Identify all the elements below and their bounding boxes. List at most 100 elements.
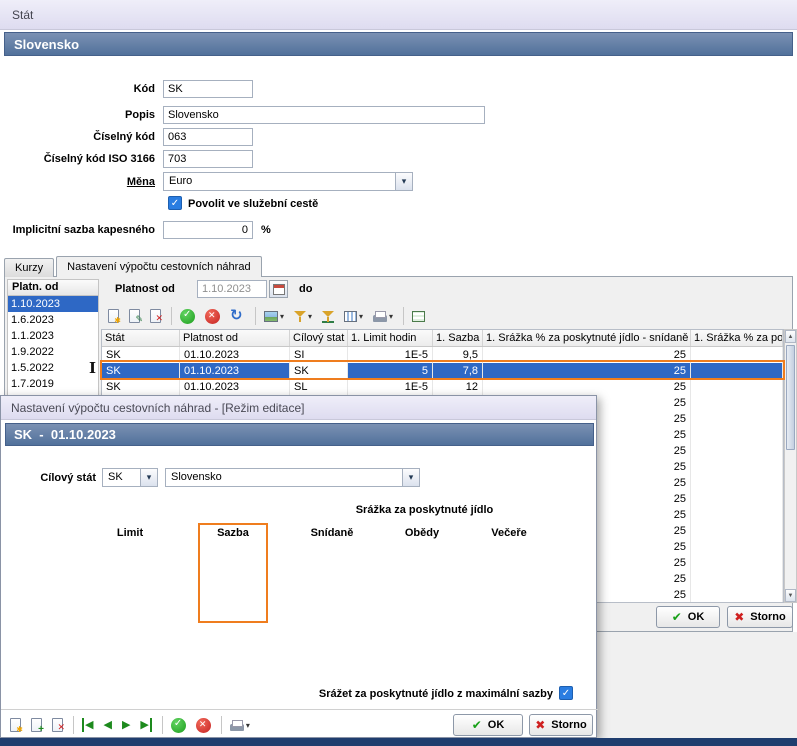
chevron-down-icon[interactable] [395,173,412,190]
refresh-button[interactable] [226,305,249,327]
meal-deduction-header: Srážka za poskytnuté jídlo [301,504,548,516]
calendar-button[interactable] [269,280,288,298]
validity-date-item[interactable]: 1.1.2023 [8,328,98,344]
validity-from-field[interactable]: 1.10.2023 [197,280,267,298]
prev-record-button[interactable] [99,715,115,735]
toolbar-separator [73,716,74,734]
allow-business-trip-checkbox[interactable] [168,196,182,210]
max-rate-checkbox-label: Srážet za poskytnuté jídlo z maximální s… [201,688,553,700]
validity-date-item[interactable]: 1.5.2022 [8,360,98,376]
columns-menu-button[interactable]: ▾ [340,308,367,325]
ok-button[interactable]: OK [656,606,720,628]
tab-kurzy[interactable]: Kurzy [4,258,54,277]
taskbar[interactable] [0,738,797,746]
calendar-icon [273,284,285,295]
confirm-icon [171,718,186,733]
target-state-name-value: Slovensko [166,469,402,486]
target-state-code-value: SK [103,469,140,486]
view-menu-button[interactable]: ▾ [260,308,288,325]
rate-column-label: Sazba [204,527,262,539]
toolbar-separator [171,307,172,325]
grid-cell [691,587,783,603]
tab-nastaveni-nahrad[interactable]: Nastavení výpočtu cestovních náhrad [56,256,261,277]
grid-cell [691,523,783,539]
copy-record-button[interactable] [27,715,46,735]
first-record-button[interactable] [78,715,97,735]
validity-list-header[interactable]: Platn. od [7,279,99,296]
last-record-button[interactable] [136,715,155,735]
dialog-storno-button[interactable]: Storno [529,714,593,736]
confirm-button[interactable] [176,306,199,327]
grid-column-header[interactable]: 1. Limit hodin [348,330,433,346]
grid-cell: 5 [348,363,433,379]
grid-row[interactable]: SK01.10.2023SK57,825 [102,363,783,379]
code-field[interactable]: SK [163,80,253,98]
grid-scrollbar[interactable]: ▲ ▼ [784,329,797,603]
cancel-button[interactable] [192,715,215,736]
description-field[interactable]: Slovensko [163,106,485,124]
grid-column-header[interactable]: 1. Sazba [433,330,483,346]
dialog-record-header: SK - 01.10.2023 [5,423,594,446]
dialog-storno-label: Storno [551,719,586,731]
print-menu-button[interactable]: ▾ [226,716,254,734]
grid-toolbar: ▾▾▾▾ [104,304,431,328]
toolbar-separator [162,716,163,734]
chevron-down-icon[interactable] [140,469,157,486]
grid-column-header[interactable]: Platnost od [180,330,290,346]
iso-code-label: Číselný kód ISO 3166 [0,153,155,165]
currency-combobox[interactable]: Euro [163,172,413,191]
pocket-money-rate-field[interactable]: 0 [163,221,253,239]
export-grid-icon [412,311,425,322]
filter-advanced-button[interactable] [318,307,338,326]
validity-date-item[interactable]: 1.9.2022 [8,344,98,360]
grid-cell [691,411,783,427]
dialog-ok-button[interactable]: OK [453,714,523,736]
cancel-icon [196,718,211,733]
numeric-code-field[interactable]: 063 [163,128,253,146]
grid-cell [691,395,783,411]
new-record-button[interactable] [104,306,123,326]
breakfast-column-label: Snídaně [301,527,363,539]
scrollbar-down-icon[interactable]: ▼ [785,589,796,602]
delete-record-button[interactable] [146,306,165,326]
next-record-button[interactable] [118,715,134,735]
target-state-code-combobox[interactable]: SK [102,468,158,487]
storno-button[interactable]: Storno [727,606,793,628]
filter-menu-button[interactable]: ▾ [290,307,316,326]
confirm-button[interactable] [167,715,190,736]
grid-column-header[interactable]: Stát [102,330,180,346]
grid-row[interactable]: SK01.10.2023SL1E-51225 [102,379,783,395]
grid-cell: 25 [483,347,691,363]
scrollbar-thumb[interactable] [786,345,795,450]
grid-cell [691,571,783,587]
export-grid-button[interactable] [408,308,429,325]
toolbar-separator [403,307,404,325]
iso-code-field[interactable]: 703 [163,150,253,168]
code-label: Kód [0,83,155,95]
cancel-button[interactable] [201,306,224,327]
grid-column-header[interactable]: Cílový stat [290,330,348,346]
confirm-icon [180,309,195,324]
edit-record-button[interactable] [125,306,144,326]
grid-column-header[interactable]: 1. Srážka % za poskytnuté jídlo - snídan… [483,330,691,346]
new-record-button[interactable] [6,715,25,735]
edit-record-icon [129,309,140,323]
grid-row[interactable]: SK01.10.2023SI1E-59,525 [102,347,783,363]
chevron-down-icon[interactable] [402,469,419,486]
grid-cell: SK [290,363,348,379]
validity-date-item[interactable]: 1.7.2019 [8,376,98,392]
scrollbar-up-icon[interactable]: ▲ [785,330,796,343]
validity-date-item[interactable]: 1.6.2023 [8,312,98,328]
target-state-name-combobox[interactable]: Slovensko [165,468,420,487]
dropdown-arrow-icon: ▾ [389,312,393,321]
print-menu-button[interactable]: ▾ [369,307,397,325]
grid-column-header[interactable]: 1. Srážka % za pos [691,330,783,346]
validity-date-item[interactable]: 1.10.2023 [8,296,98,312]
grid-cell [691,347,783,363]
delete-record-button[interactable] [48,715,67,735]
max-rate-checkbox[interactable] [559,686,573,700]
copy-record-icon [31,718,42,732]
grid-cell: 01.10.2023 [180,347,290,363]
record-header-bar: Slovensko [4,32,793,56]
validity-to-label: do [299,283,312,295]
